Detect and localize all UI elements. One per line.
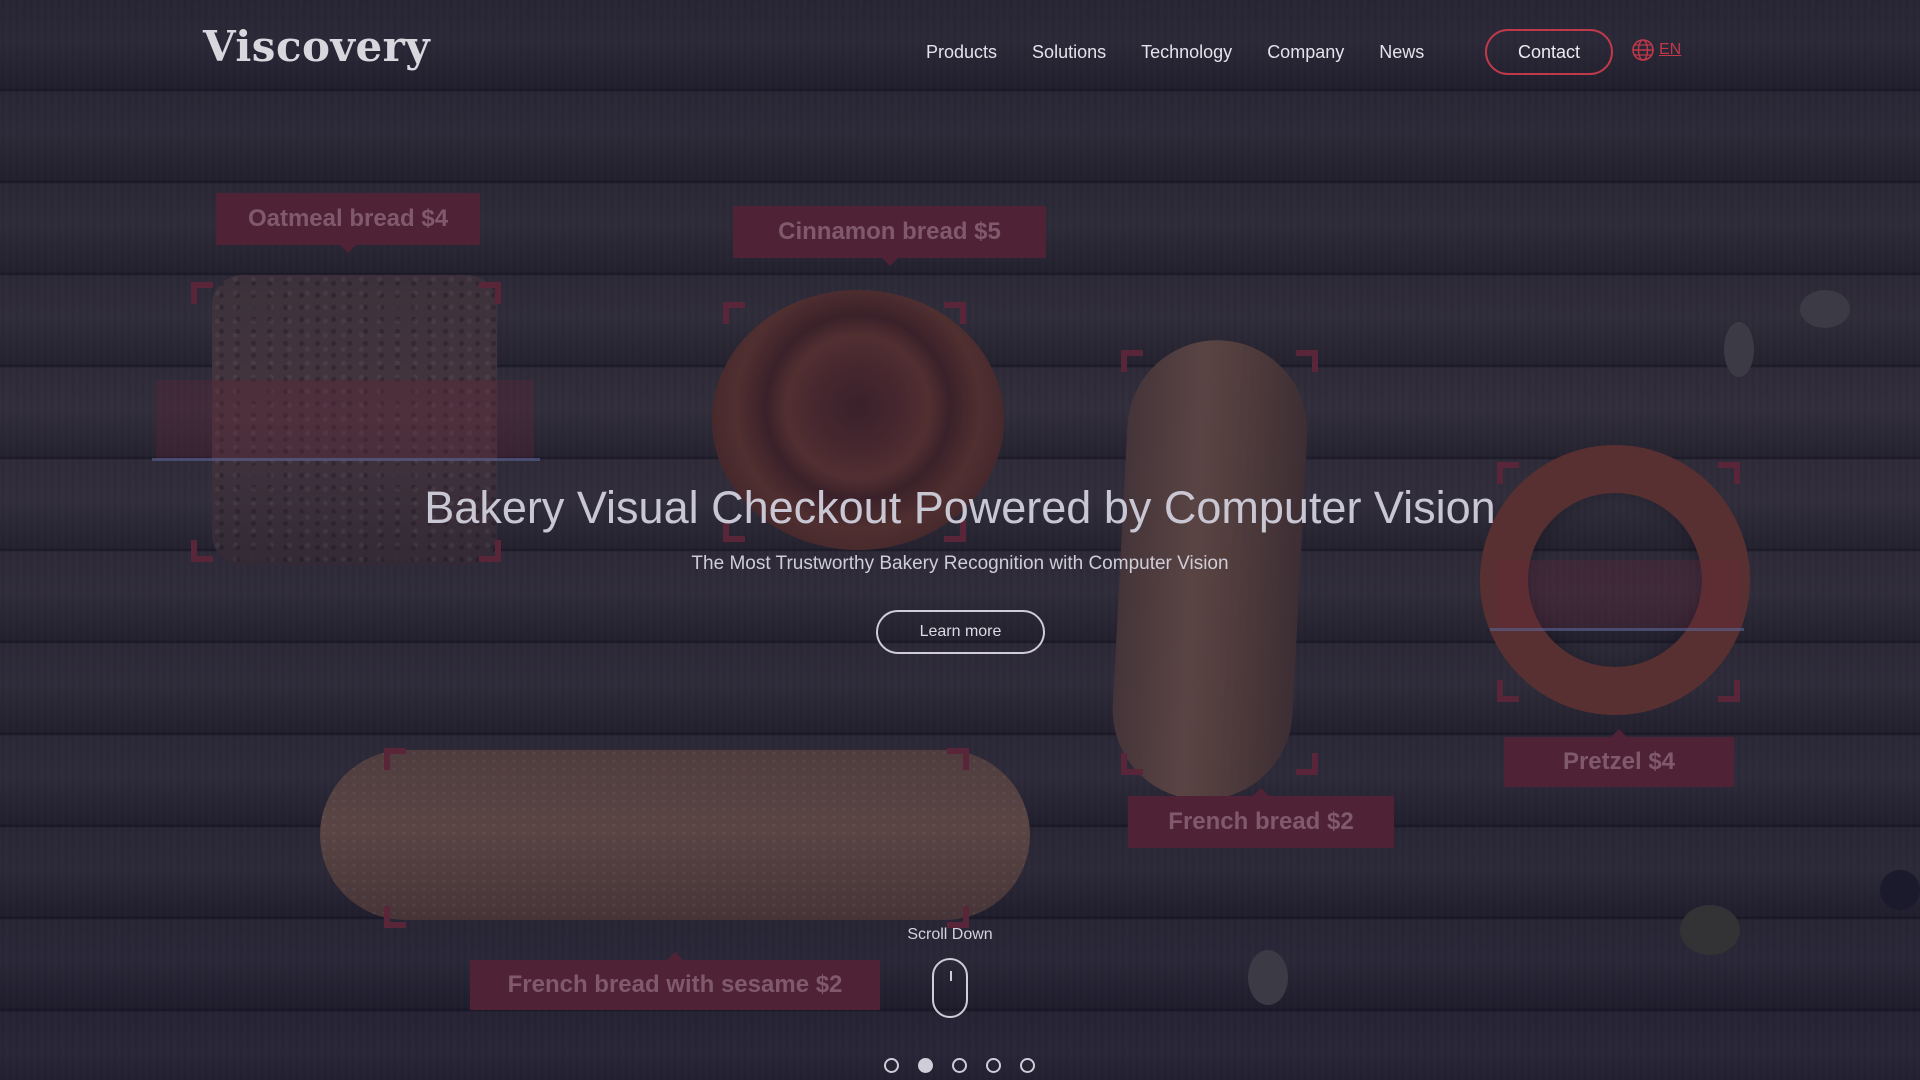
carousel-dot-1[interactable] [884, 1058, 899, 1073]
nav-company[interactable]: Company [1267, 30, 1344, 74]
mouse-scroll-icon[interactable] [932, 958, 968, 1018]
hero-subtitle: The Most Trustworthy Bakery Recognition … [691, 553, 1229, 574]
dark-overlay [0, 0, 1920, 1080]
site-header: Viscovery Products Solutions Technology … [0, 0, 1920, 100]
learn-more-button[interactable]: Learn more [876, 610, 1045, 654]
main-nav: Products Solutions Technology Company Ne… [926, 30, 1459, 74]
globe-icon [1632, 39, 1654, 61]
carousel-pagination [884, 1058, 1054, 1073]
scroll-down-label: Scroll Down [907, 926, 993, 943]
nav-technology[interactable]: Technology [1141, 30, 1232, 74]
hero-title: Bakery Visual Checkout Powered by Comput… [424, 482, 1496, 533]
carousel-dot-3[interactable] [952, 1058, 967, 1073]
nav-solutions[interactable]: Solutions [1032, 30, 1106, 74]
contact-button[interactable]: Contact [1485, 29, 1613, 75]
carousel-dot-4[interactable] [986, 1058, 1001, 1073]
nav-news[interactable]: News [1379, 30, 1424, 74]
carousel-dot-2[interactable] [918, 1058, 933, 1073]
nav-products[interactable]: Products [926, 30, 997, 74]
carousel-dot-5[interactable] [1020, 1058, 1035, 1073]
language-label: EN [1659, 41, 1682, 58]
language-switcher[interactable]: EN [1631, 38, 1681, 62]
brand-logo[interactable]: Viscovery [203, 22, 430, 71]
